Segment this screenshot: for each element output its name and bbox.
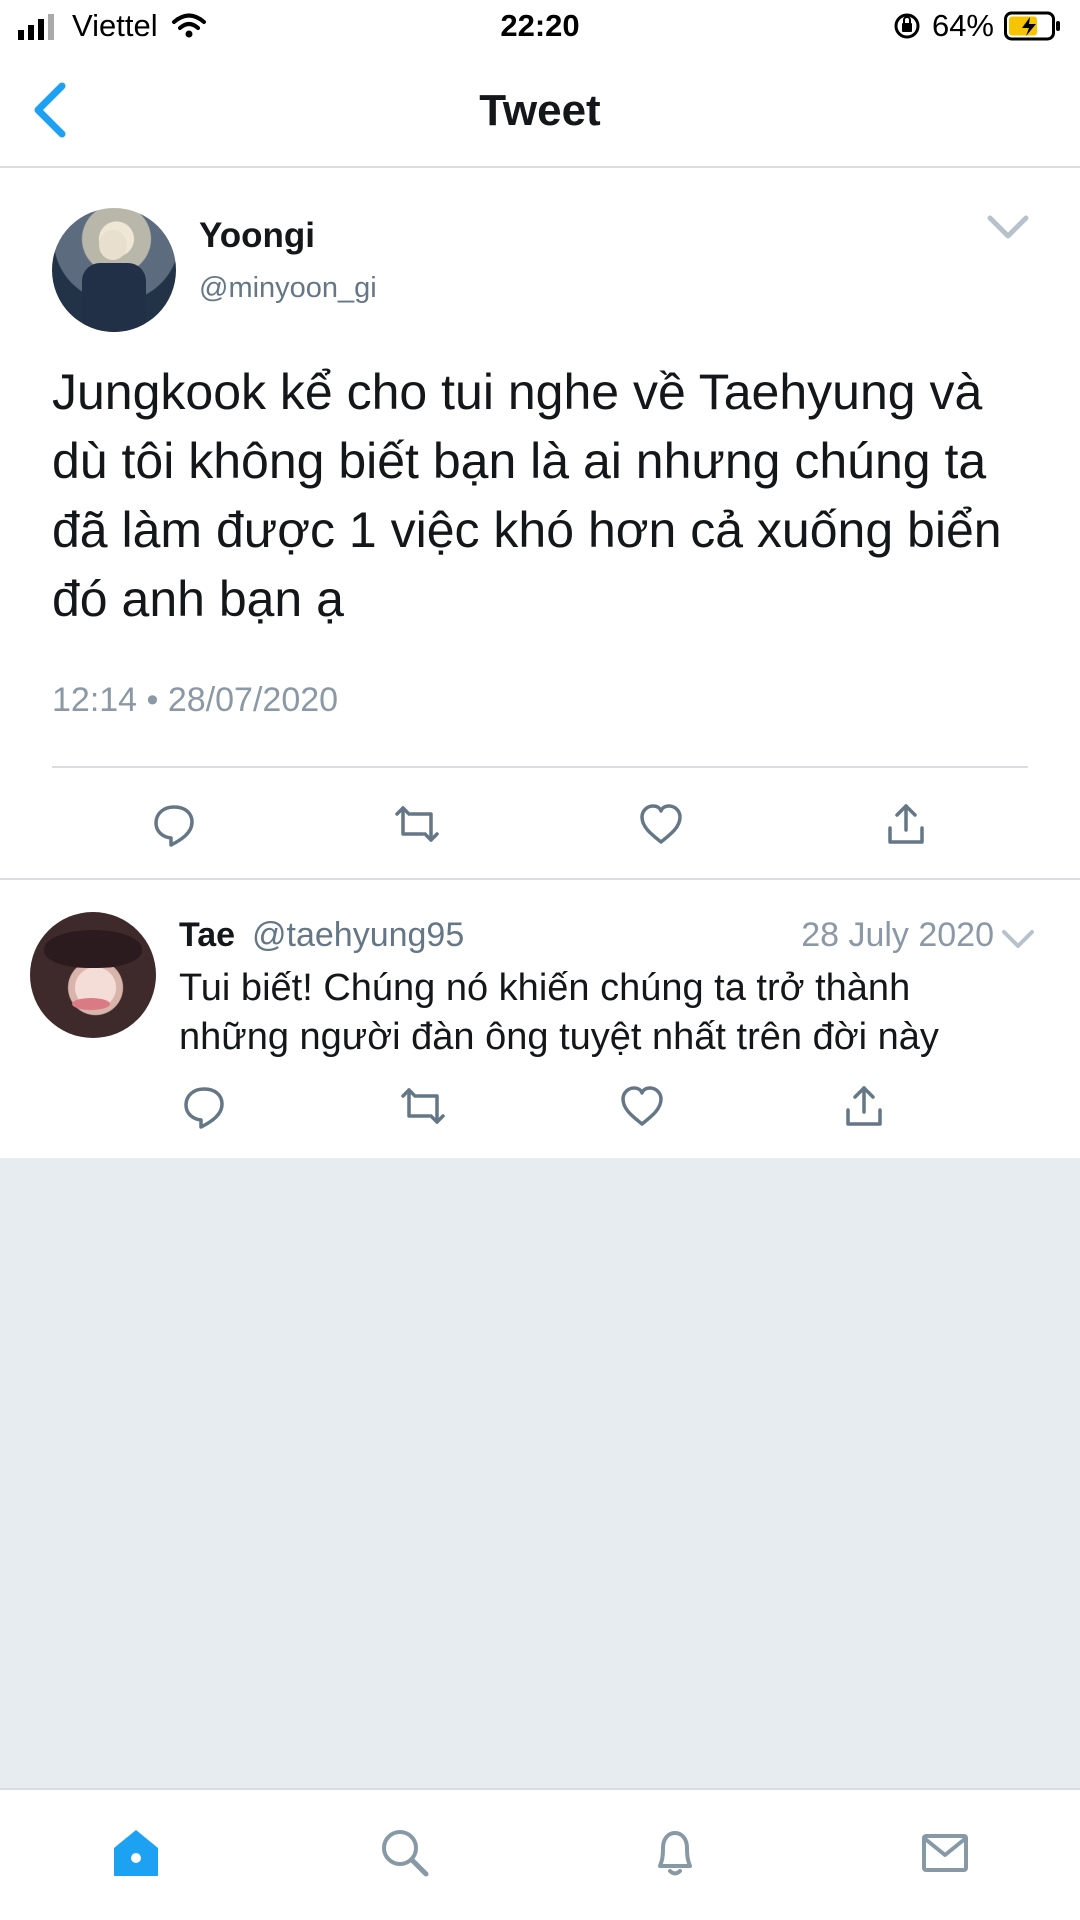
messages-tab[interactable]	[916, 1824, 974, 1882]
reply-author-name[interactable]: Tae	[179, 916, 235, 955]
tweet-timestamp: 12:14 • 28/07/2020	[52, 681, 339, 719]
reply-menu-button[interactable]	[998, 924, 1050, 964]
reply-avatar[interactable]	[30, 912, 156, 1038]
share-button[interactable]	[882, 800, 930, 848]
notifications-icon	[658, 1831, 692, 1876]
reply-text: Tui biết! Chúng nó khiến chúng ta trở th…	[179, 967, 939, 1058]
reply-icon	[154, 805, 194, 847]
reply-tweet[interactable]: Tae @taehyung95 28 July 2020 Tui biết! C…	[0, 880, 1080, 1158]
page-title: Tweet	[479, 86, 601, 135]
notifications-tab[interactable]	[646, 1824, 704, 1882]
divider	[52, 766, 1028, 768]
reply-icon	[184, 1087, 224, 1129]
status-right: 64%	[892, 8, 1062, 44]
share-icon	[846, 1086, 882, 1126]
reply-reply-button[interactable]	[180, 1082, 228, 1130]
tweet-actions	[0, 800, 1080, 860]
reply-share-button[interactable]	[840, 1082, 888, 1130]
tweet-menu-button[interactable]	[982, 208, 1034, 248]
tab-bar	[0, 1788, 1080, 1920]
navigation-bar: Tweet	[0, 56, 1080, 168]
reply-author-handle[interactable]: @taehyung95	[252, 916, 464, 955]
status-bar: Viettel 22:20 64%	[0, 0, 1080, 56]
reply-retweet-button[interactable]	[399, 1082, 447, 1130]
reply-actions	[0, 1082, 1080, 1132]
home-tab[interactable]	[107, 1824, 165, 1882]
chevron-down-icon	[1002, 930, 1034, 948]
share-icon	[888, 804, 924, 844]
retweet-button[interactable]	[393, 800, 441, 848]
messages-icon	[922, 1834, 968, 1872]
like-icon	[640, 804, 682, 844]
rotation-lock-icon	[894, 13, 920, 39]
chevron-down-icon	[987, 215, 1029, 239]
battery-icon	[1004, 11, 1060, 41]
reply-like-button[interactable]	[618, 1082, 666, 1130]
avatar[interactable]	[52, 208, 176, 332]
empty-area	[0, 1158, 1080, 1788]
retweet-icon	[401, 1088, 445, 1124]
battery-percent: 64%	[931, 8, 994, 43]
like-icon	[621, 1086, 663, 1126]
retweet-icon	[395, 806, 439, 842]
main-tweet: Yoongi @minyoon_gi Jungkook kể cho tui n…	[0, 168, 1080, 878]
home-icon	[114, 1830, 158, 1876]
tweet-text: Jungkook kể cho tui nghe về Taehyung và …	[52, 364, 1002, 627]
reply-date: 28 July 2020	[801, 916, 994, 954]
like-button[interactable]	[637, 800, 685, 848]
author-handle[interactable]: @minyoon_gi	[199, 272, 377, 305]
search-tab[interactable]	[376, 1824, 434, 1882]
search-icon	[382, 1830, 429, 1877]
reply-button[interactable]	[150, 800, 198, 848]
author-name[interactable]: Yoongi	[199, 216, 315, 256]
